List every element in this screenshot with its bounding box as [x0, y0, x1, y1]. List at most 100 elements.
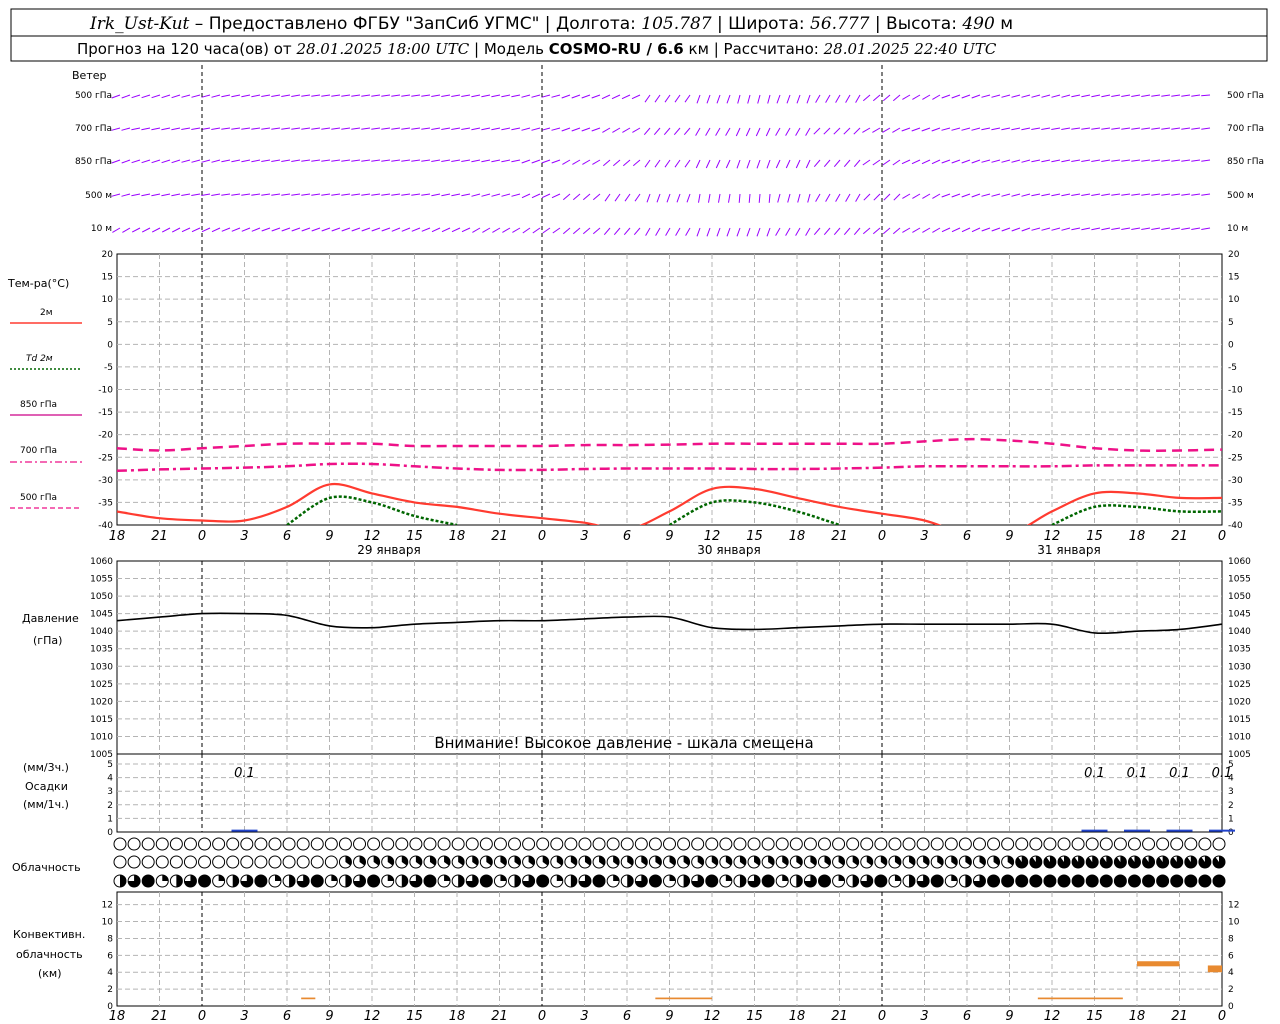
wind-barb	[311, 159, 321, 162]
wind-barb	[201, 159, 211, 163]
pressure-y-tick-right: 1005	[1228, 750, 1251, 760]
pressure-y-tick-left: 1040	[90, 627, 113, 637]
cloud-fill	[1213, 856, 1226, 868]
wind-barb	[1031, 159, 1041, 163]
wind-barb	[674, 159, 681, 168]
cloud-fill	[1100, 856, 1113, 868]
wind-barb	[131, 159, 141, 164]
wind-barb	[747, 94, 751, 104]
wind-barb	[1151, 193, 1161, 196]
pressure-y-tick-right: 1045	[1228, 610, 1251, 620]
wind-barb	[592, 227, 601, 235]
wind-barb	[451, 227, 461, 233]
wind-level-850hpa-right: 850 гПа	[1227, 157, 1264, 167]
cloud-symbol	[1113, 837, 1127, 851]
cloud-symbol	[240, 837, 254, 851]
wind-barb	[351, 227, 361, 232]
cloud-symbol	[1085, 837, 1099, 851]
cloud-fill	[951, 875, 958, 881]
cloud-symbol	[550, 837, 564, 851]
wind-barb	[231, 193, 241, 196]
wind-barb	[481, 94, 491, 98]
pressure-y-tick-right: 1040	[1228, 627, 1251, 637]
wind-barb	[768, 193, 771, 203]
wind-barb	[281, 159, 291, 162]
precip-y-tick-left: 5	[107, 760, 113, 770]
wind-barb	[843, 227, 851, 236]
x-tick-label: 15	[746, 529, 763, 544]
wind-barb	[161, 94, 171, 99]
wind-barb	[872, 94, 881, 102]
wind-barb	[351, 127, 361, 130]
wind-barb	[511, 94, 521, 98]
wind-barb	[171, 159, 181, 164]
wind-barb	[451, 193, 461, 197]
cloud-symbol	[606, 837, 620, 851]
wind-barb	[1021, 94, 1031, 98]
wind-barb	[1061, 227, 1071, 231]
cloud-panel: Облачность	[12, 837, 1226, 888]
cloud-symbol	[564, 837, 578, 851]
wind-barb	[431, 94, 441, 97]
wind-barb	[1121, 159, 1131, 162]
wind-barb	[805, 159, 811, 169]
wind-barb	[1011, 159, 1021, 163]
wind-barb	[572, 227, 581, 235]
convective-unit: (км)	[38, 967, 62, 980]
wind-barb	[171, 227, 181, 233]
wind-barb	[381, 227, 391, 232]
wind-barb	[391, 159, 401, 162]
cloud-fill	[556, 875, 563, 881]
wind-barb	[261, 193, 271, 196]
wind-barb	[141, 227, 151, 233]
wind-barb	[971, 227, 981, 233]
wind-barb	[1101, 193, 1111, 196]
wind-barb	[883, 193, 891, 201]
pressure-y-ticks: 1005 1005 1010 1010 1015 1015 1020 1020 1025 1025…	[90, 557, 1251, 760]
x-tick-label: 12	[1044, 529, 1061, 544]
day-label-29: 29 января	[357, 543, 420, 557]
cloud-symbol	[282, 855, 296, 869]
wind-barb	[736, 159, 741, 169]
cloud-symbol	[958, 837, 972, 851]
wind-barb	[391, 193, 401, 196]
x-tick-label: 3	[240, 529, 248, 544]
wind-barb	[551, 94, 561, 98]
wind-barb	[634, 193, 641, 202]
wind-barb	[1191, 227, 1201, 230]
cloud-fill	[739, 875, 746, 887]
wind-barb	[1161, 159, 1171, 162]
cloud-symbol	[817, 837, 831, 851]
wind-barb	[411, 193, 421, 196]
wind-barb	[211, 127, 221, 130]
wind-barb	[708, 193, 711, 203]
temperature-title: Тем-ра(°C)	[7, 277, 69, 290]
x-axis-temperature: 18 21 0 3 6 9 12 15 18 21 0 3 6 9 12 15 18 21 0 3 6 9 12 15 18 21…	[109, 529, 1226, 544]
wind-barb	[111, 193, 121, 197]
wind-barb	[391, 94, 401, 97]
wind-barb	[911, 159, 921, 165]
wind-barb	[725, 159, 731, 169]
cloud-fill	[367, 875, 380, 887]
cloud-symbol	[747, 837, 761, 851]
wind-barb	[271, 159, 281, 162]
wind-barb	[592, 159, 601, 165]
temperature-y-tick-right: -25	[1228, 453, 1243, 463]
wind-barb	[261, 227, 271, 232]
cloud-fill	[1184, 875, 1197, 887]
x-tick-label: 12	[704, 1009, 721, 1024]
precip-y-tick-left: 0	[107, 828, 113, 838]
wind-barb	[1021, 227, 1031, 232]
wind-barb	[301, 159, 311, 162]
wind-barb	[664, 159, 671, 168]
wind-barb	[981, 94, 991, 98]
wind-barb	[131, 193, 141, 197]
wind-barb	[411, 94, 421, 97]
wind-barb	[991, 94, 1001, 98]
wind-barb	[1121, 94, 1131, 97]
precip-unit-top: (мм/3ч.)	[23, 761, 69, 774]
cloud-fill	[1184, 855, 1197, 869]
wind-barb	[653, 127, 661, 136]
wind-barb	[1051, 127, 1061, 130]
wind-barb	[501, 193, 511, 197]
